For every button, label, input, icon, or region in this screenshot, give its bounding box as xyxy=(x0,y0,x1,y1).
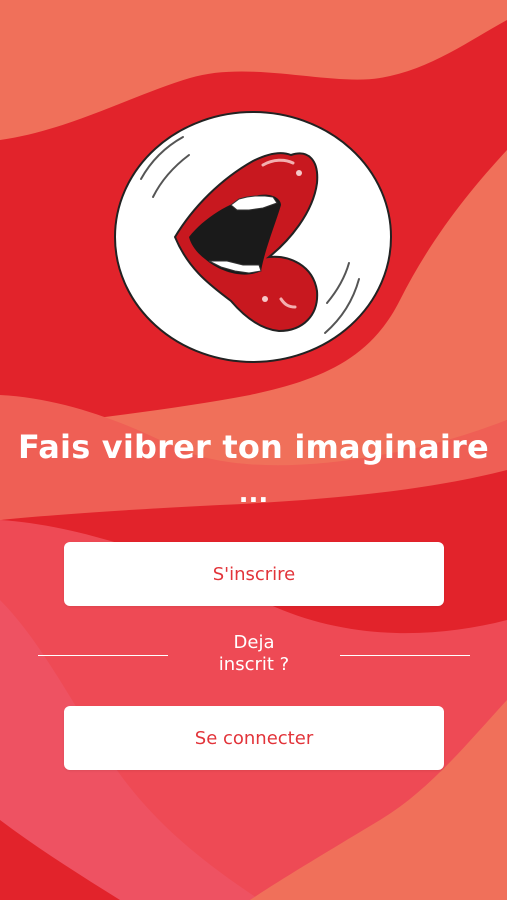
login-button[interactable]: Se connecter xyxy=(64,706,444,770)
already-registered-line1: Deja xyxy=(233,632,275,653)
welcome-screen: Fais vibrer ton imaginaire ... S'inscrir… xyxy=(0,0,507,900)
divider-line-left xyxy=(38,655,168,656)
page-title: Fais vibrer ton imaginaire xyxy=(18,428,489,466)
signup-button[interactable]: S'inscrire xyxy=(64,542,444,606)
lips-logo-icon xyxy=(114,111,392,363)
already-registered-label: Deja inscrit ? xyxy=(190,632,318,676)
title-ellipsis: ... xyxy=(238,479,269,509)
divider-line-right xyxy=(340,655,470,656)
logo xyxy=(113,109,393,365)
already-registered-line2: inscrit ? xyxy=(218,654,290,675)
